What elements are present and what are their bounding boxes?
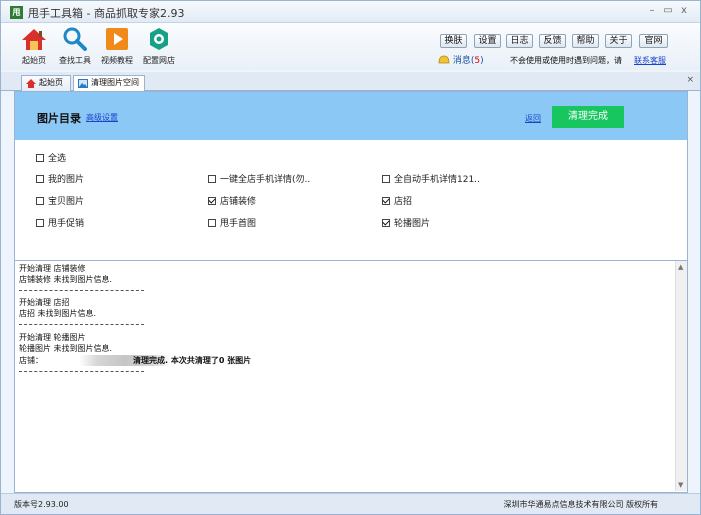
log-line: 店铺： — [19, 356, 43, 365]
messages-end: ) — [480, 56, 484, 66]
tab-bar: 起始页 清理图片空间 × — [1, 72, 700, 92]
checkbox-icon — [36, 154, 44, 162]
tab-clean-image-space[interactable]: 清理图片空间 — [73, 75, 145, 92]
log-line: 轮播图片 未找到图片信息. — [19, 344, 113, 353]
option-item-images[interactable]: 宝贝图片 — [36, 194, 84, 207]
minimize-button[interactable]: – — [645, 5, 659, 16]
option-label: 店招 — [394, 197, 413, 207]
back-link[interactable]: 返回 — [525, 113, 541, 124]
toolbar-home-label: 起始页 — [22, 56, 46, 65]
option-auto-mobile-detail[interactable]: 全自动手机详情121.. — [382, 172, 480, 185]
toolbar-config-shop-label: 配置网店 — [143, 56, 175, 65]
copyright-label: 深圳市华通易点信息技术有限公司 版权所有 — [503, 500, 658, 509]
tab-clean-image-space-label: 清理图片空间 — [91, 78, 139, 87]
option-label: 一键全店手机详情(勿.. — [220, 175, 311, 185]
option-carousel-images[interactable]: 轮播图片 — [382, 216, 430, 229]
toolbar: 起始页 查找工具 视频教程 配置网店 换肤 设置 日志 反馈 帮助 关于 官网 — [1, 23, 700, 70]
image-icon — [78, 79, 88, 88]
help-notice: 不会使用或使用时遇到问题，请 — [510, 56, 622, 65]
log-button[interactable]: 日志 — [506, 34, 533, 48]
main-panel: 图片目录 高级设置 返回 清理完成 全选 我的图片 一键全店手机详情(勿.. 全… — [14, 91, 688, 493]
checkbox-icon — [36, 175, 44, 183]
gear-icon — [139, 25, 179, 53]
website-button[interactable]: 官网 — [639, 34, 668, 48]
tab-start-page-label: 起始页 — [39, 78, 63, 87]
scroll-up-icon[interactable]: ▲ — [678, 263, 683, 271]
checkbox-icon — [36, 197, 44, 205]
toolbar-find-tools-label: 查找工具 — [59, 56, 91, 65]
option-label: 甩手促销 — [48, 219, 85, 229]
log-output[interactable]: 开始清理 店铺装修 店铺装修 未找到图片信息. 开始清理 店招 店招 未找到图片… — [15, 260, 687, 492]
option-label: 甩手首图 — [220, 219, 257, 229]
option-my-images[interactable]: 我的图片 — [36, 172, 84, 185]
checkbox-icon — [208, 175, 216, 183]
toolbar-find-tools[interactable]: 查找工具 — [55, 25, 95, 66]
image-directory-options: 全选 我的图片 一键全店手机详情(勿.. 全自动手机详情121.. 宝贝图片 店… — [15, 140, 687, 260]
checkbox-checked-icon — [382, 197, 390, 205]
option-shop-sign[interactable]: 店招 — [382, 194, 412, 207]
messages-label: 消息( — [452, 56, 475, 66]
log-line: 开始清理 店铺装修 — [19, 264, 86, 273]
log-separator — [19, 290, 144, 291]
skin-button[interactable]: 换肤 — [440, 34, 467, 48]
play-icon — [97, 25, 137, 53]
toolbar-config-shop[interactable]: 配置网店 — [139, 25, 179, 66]
page-title: 图片目录 — [37, 112, 81, 125]
title-bar: 甩 甩手工具箱 - 商品抓取专家2.93 – ▭ x — [1, 1, 700, 23]
app-window: 甩 甩手工具箱 - 商品抓取专家2.93 – ▭ x 起始页 查找工具 视频教程 — [0, 0, 701, 515]
checkbox-checked-icon — [208, 197, 216, 205]
home-icon — [26, 79, 36, 88]
select-all-label: 全选 — [48, 154, 67, 164]
option-promotion[interactable]: 甩手促销 — [36, 216, 84, 229]
checkbox-icon — [208, 219, 216, 227]
tab-close-icon[interactable]: × — [686, 75, 694, 85]
version-label: 版本号2.93.00 — [14, 500, 69, 509]
toolbar-video-tutorial[interactable]: 视频教程 — [97, 25, 137, 66]
tab-start-page[interactable]: 起始页 — [21, 75, 71, 91]
log-separator — [19, 371, 144, 372]
log-line: 开始清理 轮播图片 — [19, 333, 86, 342]
scroll-down-icon[interactable]: ▼ — [678, 481, 683, 489]
search-icon — [55, 25, 95, 53]
status-bar: 版本号2.93.00 深圳市华通易点信息技术有限公司 版权所有 — [1, 493, 700, 514]
select-all-checkbox[interactable]: 全选 — [36, 151, 66, 164]
log-line: 店招 未找到图片信息. — [19, 309, 97, 318]
option-label: 宝贝图片 — [48, 197, 85, 207]
panel-header: 图片目录 高级设置 返回 清理完成 — [15, 92, 687, 140]
toolbar-home[interactable]: 起始页 — [14, 25, 54, 66]
about-button[interactable]: 关于 — [605, 34, 632, 48]
window-title: 甩手工具箱 - 商品抓取专家2.93 — [28, 7, 185, 20]
log-line: 店铺装修 未找到图片信息. — [19, 275, 113, 284]
close-button[interactable]: x — [677, 5, 691, 16]
option-label: 店铺装修 — [220, 197, 257, 207]
option-label: 我的图片 — [48, 175, 85, 185]
option-label: 轮播图片 — [394, 219, 431, 229]
advanced-settings-link[interactable]: 高级设置 — [86, 112, 118, 123]
log-line-summary: 清理完成. 本次共清理了0 张图片 — [133, 356, 252, 365]
checkbox-icon — [36, 219, 44, 227]
option-one-click-mobile-detail[interactable]: 一键全店手机详情(勿.. — [208, 172, 310, 185]
settings-button[interactable]: 设置 — [474, 34, 501, 48]
clean-done-button[interactable]: 清理完成 — [552, 106, 624, 128]
option-label: 全自动手机详情121.. — [394, 175, 480, 185]
checkbox-checked-icon — [382, 219, 390, 227]
app-logo: 甩 — [10, 6, 23, 19]
message-icon — [438, 55, 450, 64]
help-button[interactable]: 帮助 — [572, 34, 599, 48]
log-scrollbar[interactable]: ▲ ▼ — [675, 261, 687, 491]
contact-support-link[interactable]: 联系客服 — [634, 55, 666, 66]
messages-link[interactable]: 消息(5) — [438, 53, 484, 66]
option-first-image[interactable]: 甩手首图 — [208, 216, 256, 229]
option-shop-decoration[interactable]: 店铺装修 — [208, 194, 256, 207]
toolbar-video-tutorial-label: 视频教程 — [101, 56, 133, 65]
home-icon — [14, 25, 54, 53]
maximize-button[interactable]: ▭ — [661, 5, 675, 16]
log-line: 开始清理 店招 — [19, 298, 70, 307]
checkbox-icon — [382, 175, 390, 183]
log-separator — [19, 324, 144, 325]
feedback-button[interactable]: 反馈 — [539, 34, 566, 48]
